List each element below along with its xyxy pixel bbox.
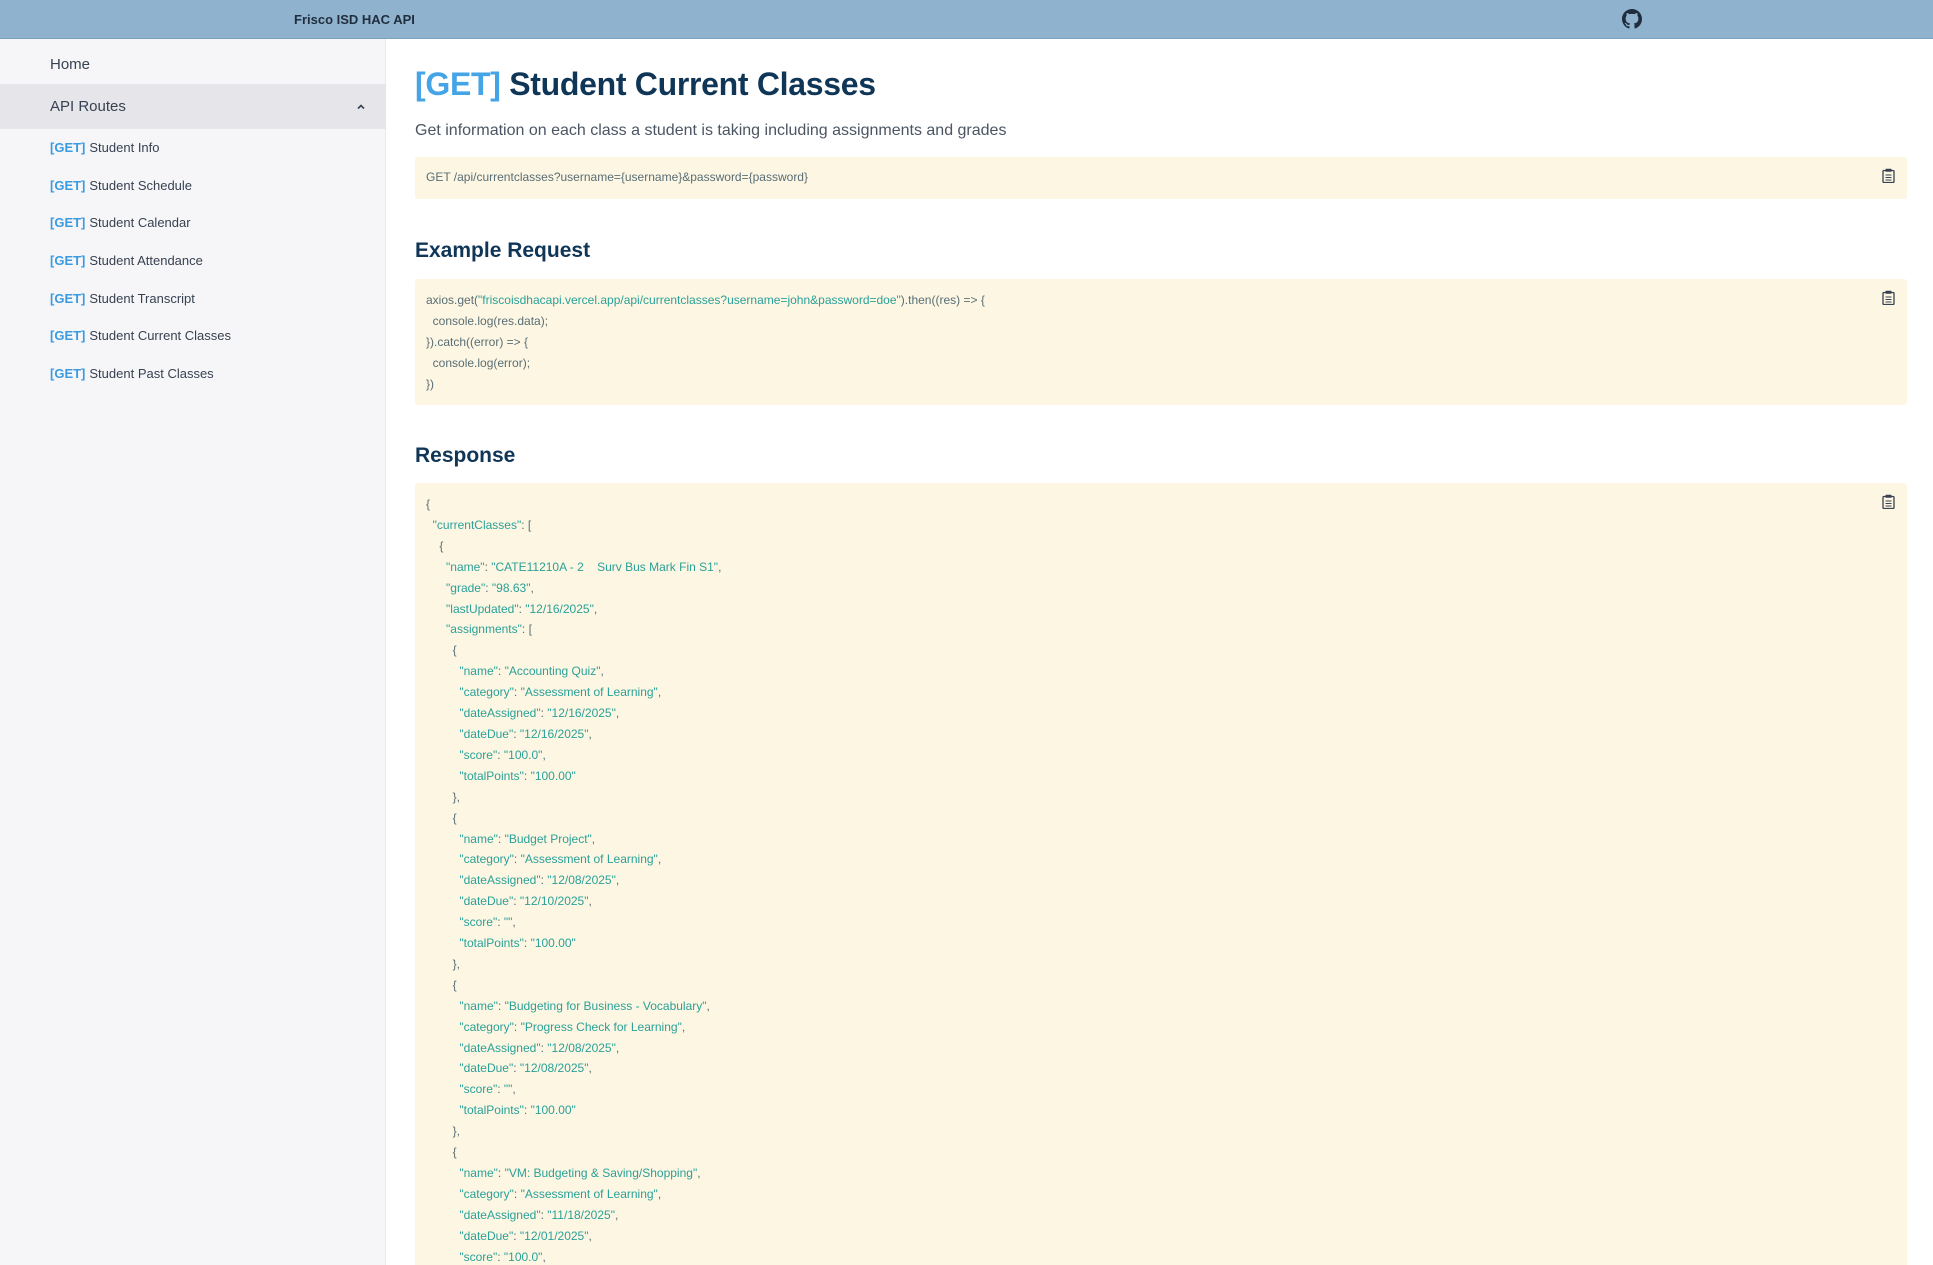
sidebar-item-student-calendar[interactable]: [GET] Student Calendar xyxy=(0,204,386,242)
github-icon[interactable] xyxy=(1622,9,1642,29)
sidebar-item-student-current-classes[interactable]: [GET] Student Current Classes xyxy=(0,317,386,355)
sidebar-item-student-transcript[interactable]: [GET] Student Transcript xyxy=(0,280,386,318)
brand-title[interactable]: Frisco ISD HAC API xyxy=(294,12,415,27)
title-text: Student Current Classes xyxy=(509,66,876,102)
response-heading: Response xyxy=(415,444,516,467)
endpoint-text: GET /api/currentclasses?username={userna… xyxy=(426,170,808,184)
sidebar-item-label: Student Current Classes xyxy=(89,328,232,344)
sidebar-route-list: [GET] Student Info [GET] Student Schedule … xyxy=(0,129,386,393)
sidebar: Home API Routes [GET] Student Info [GET] S… xyxy=(0,39,386,1265)
clipboard-icon[interactable] xyxy=(1882,168,1895,183)
page-description: Get information on each class a student … xyxy=(415,122,1007,139)
example-code-block[interactable]: axios.get("friscoisdhacapi.vercel.app/ap… xyxy=(415,279,1907,405)
sidebar-item-label: Student Info xyxy=(89,140,160,155)
chevron-up-icon[interactable] xyxy=(356,102,366,112)
sidebar-item-label: Student Calendar xyxy=(89,215,191,231)
sidebar-item-label: Student Transcript xyxy=(89,290,195,306)
method-badge: [GET] xyxy=(50,215,86,231)
sidebar-item-student-past-classes[interactable]: [GET] Student Past Classes xyxy=(0,355,386,393)
clipboard-icon[interactable] xyxy=(1882,290,1895,305)
sidebar-item-label: Student Attendance xyxy=(89,253,203,269)
sidebar-group-api-routes[interactable]: API Routes xyxy=(0,84,386,129)
method-badge: [GET] xyxy=(50,290,86,306)
method-badge: [GET] xyxy=(50,366,86,382)
title-method: [GET] xyxy=(415,66,501,102)
method-badge: [GET] xyxy=(50,140,86,155)
sidebar-item-student-info[interactable]: [GET] Student Info xyxy=(0,129,386,167)
clipboard-icon[interactable] xyxy=(1882,494,1895,509)
method-badge: [GET] xyxy=(50,177,86,193)
sidebar-item-label: Student Past Classes xyxy=(89,366,214,382)
sidebar-item-student-attendance[interactable]: [GET] Student Attendance xyxy=(0,242,386,280)
example-request-heading: Example Request xyxy=(415,239,591,262)
response-code: { "currentClasses": [ { "name": "CATE112… xyxy=(426,497,722,1264)
sidebar-item-label: Student Schedule xyxy=(89,177,193,193)
sidebar-item-student-schedule[interactable]: [GET] Student Schedule xyxy=(0,167,386,205)
example-code: axios.get("friscoisdhacapi.vercel.app/ap… xyxy=(426,293,985,391)
method-badge: [GET] xyxy=(50,328,86,344)
sidebar-item-home[interactable]: Home xyxy=(0,46,386,84)
endpoint-code-block[interactable]: GET /api/currentclasses?username={userna… xyxy=(415,157,1907,199)
top-bar: Frisco ISD HAC API xyxy=(0,0,1933,39)
response-code-block[interactable]: { "currentClasses": [ { "name": "CATE112… xyxy=(415,483,1907,1265)
method-badge: [GET] xyxy=(50,253,86,269)
page-title: [GET] Student Current Classes xyxy=(415,66,876,103)
sidebar-group-label: API Routes xyxy=(50,98,126,115)
